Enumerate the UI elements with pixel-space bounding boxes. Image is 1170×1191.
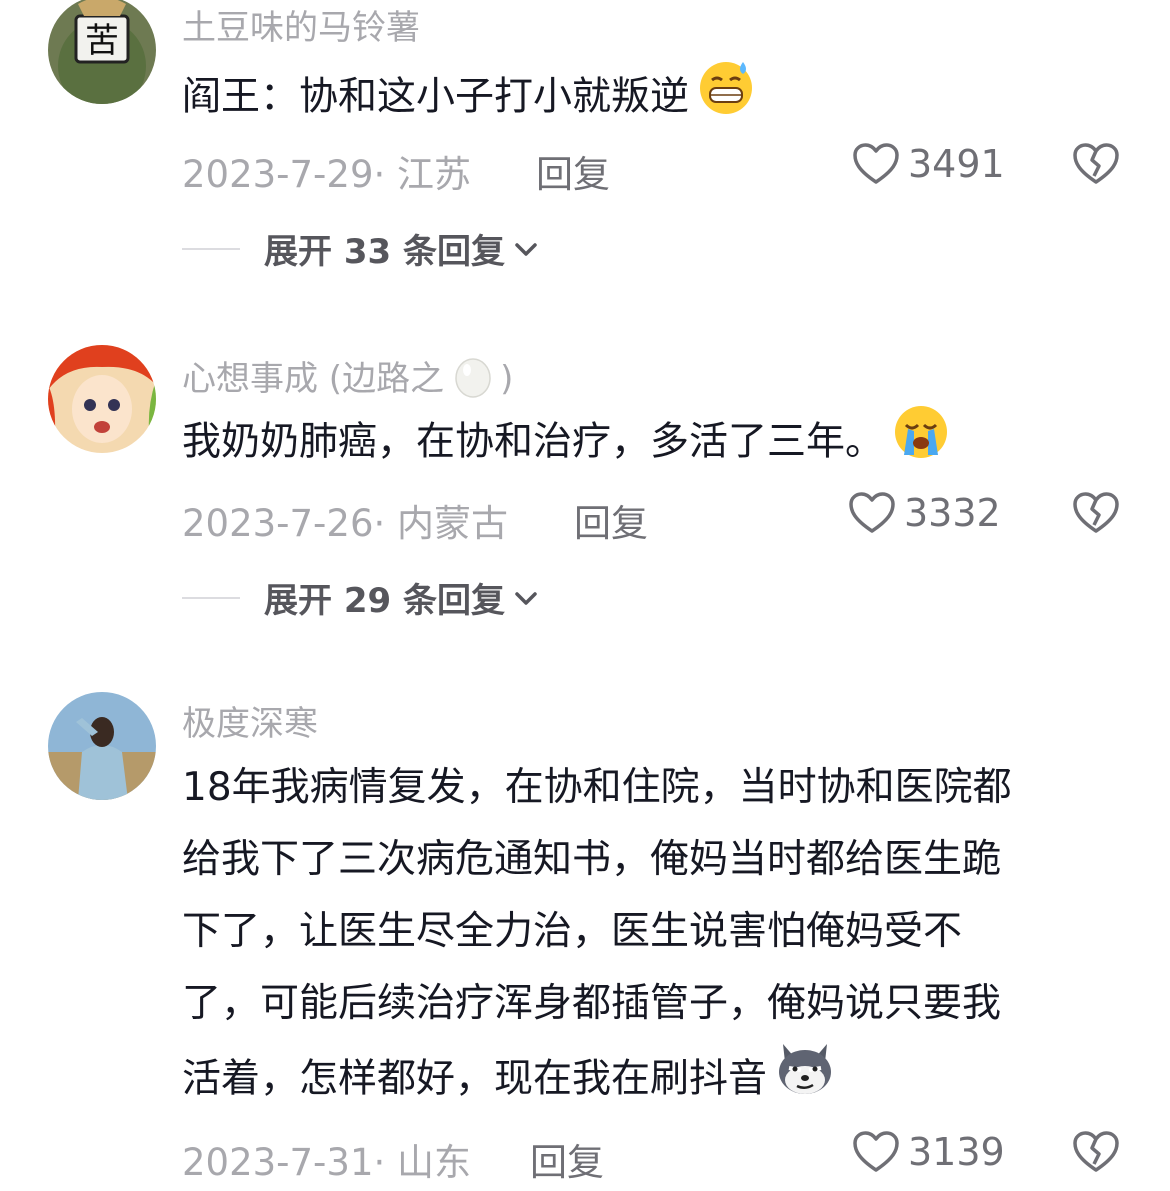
- expand-replies-label: 展开 29 条回复: [264, 581, 505, 621]
- dislike-button[interactable]: [1072, 1130, 1120, 1178]
- smug-husky-emoji: [775, 1040, 835, 1122]
- username[interactable]: 土豆味的马铃薯: [182, 0, 420, 49]
- avatar[interactable]: 苦: [48, 0, 156, 104]
- comment-text-line: 活着，怎样都好，现在我在刷抖音: [182, 1056, 768, 1102]
- dislike-button[interactable]: [1072, 491, 1120, 539]
- chevron-down-icon: [515, 242, 537, 256]
- username-text-end: ): [500, 359, 514, 399]
- comment-item: 心想事成 (边路之 ) 我奶奶肺癌，在协和治疗，多活了三年。 2023-7-26…: [0, 345, 1170, 645]
- broken-heart-icon: [1073, 1131, 1119, 1172]
- egg-icon: [454, 354, 492, 407]
- comment-meta: 2023-7-31· 山东: [182, 1141, 472, 1184]
- avatar[interactable]: [48, 692, 156, 800]
- comment-text-line-last: 活着，怎样都好，现在我在刷抖音: [182, 1040, 1122, 1122]
- heart-icon: [853, 143, 899, 184]
- broken-heart-icon: [1073, 492, 1119, 533]
- like-button[interactable]: 3139: [852, 1130, 1005, 1174]
- dislike-button[interactable]: [1072, 142, 1120, 190]
- chevron-down-icon: [515, 591, 537, 605]
- comment-text-line: 给我下了三次病危通知书，俺妈当时都给医生跪: [182, 837, 1002, 882]
- heart-icon: [849, 492, 895, 533]
- reply-button[interactable]: 回复: [536, 144, 610, 198]
- comment-location: 山东: [397, 1141, 472, 1184]
- username[interactable]: 心想事成 (边路之 ): [182, 351, 513, 407]
- comment-text-line: 18年我病情复发，在协和住院，当时协和医院都: [182, 765, 1012, 810]
- like-count: 3491: [908, 142, 1005, 186]
- like-button[interactable]: 3491: [852, 142, 1005, 186]
- reply-button[interactable]: 回复: [574, 493, 648, 547]
- comment-text-line: 下了，让医生尽全力治，医生说害怕俺妈受不: [182, 909, 963, 954]
- like-count: 3332: [904, 491, 1001, 535]
- comment-meta: 2023-7-29· 江苏: [182, 153, 472, 196]
- comment-date: 2023-7-26: [182, 502, 374, 545]
- comment-text: 阎王：协和这小子打小就叛逆: [182, 58, 1122, 140]
- crying-emoji: [892, 403, 950, 485]
- reply-button[interactable]: 回复: [530, 1132, 604, 1186]
- comment-date: 2023-7-31: [182, 1141, 374, 1184]
- username-text: 心想事成 (边路之: [182, 359, 445, 399]
- comment-text: 我奶奶肺癌，在协和治疗，多活了三年。: [182, 403, 1122, 485]
- like-count: 3139: [908, 1130, 1005, 1174]
- username[interactable]: 极度深寒: [182, 696, 318, 745]
- expand-replies-button[interactable]: 展开 29 条回复: [182, 573, 539, 622]
- comment-date: 2023-7-29: [182, 153, 374, 196]
- comment-location: 江苏: [397, 153, 472, 196]
- comment-item: 苦 土豆味的马铃薯 阎王：协和这小子打小就叛逆 2023-7-29· 江苏 回复…: [0, 0, 1170, 300]
- grin-sweat-emoji: [697, 58, 755, 140]
- divider-line: [182, 247, 240, 250]
- comment-meta: 2023-7-26· 内蒙古: [182, 502, 509, 545]
- comment-text-line: 了，可能后续治疗浑身都插管子，俺妈说只要我: [182, 981, 1002, 1026]
- avatar[interactable]: [48, 345, 156, 453]
- like-button[interactable]: 3332: [848, 491, 1001, 535]
- comment-text-content: 阎王：协和这小子打小就叛逆: [182, 74, 690, 120]
- comment-text: 18年我病情复发，在协和住院，当时协和医院都 给我下了三次病危通知书，俺妈当时都…: [182, 752, 1122, 1122]
- comment-text-content: 我奶奶肺癌，在协和治疗，多活了三年。: [182, 419, 885, 465]
- heart-icon: [853, 1131, 899, 1172]
- expand-replies-label: 展开 33 条回复: [264, 232, 505, 272]
- divider-line: [182, 596, 240, 599]
- svg-text:苦: 苦: [85, 21, 119, 61]
- expand-replies-button[interactable]: 展开 33 条回复: [182, 224, 539, 273]
- comment-location: 内蒙古: [397, 502, 509, 545]
- comment-item: 极度深寒 18年我病情复发，在协和住院，当时协和医院都 给我下了三次病危通知书，…: [0, 692, 1170, 1191]
- broken-heart-icon: [1073, 143, 1119, 184]
